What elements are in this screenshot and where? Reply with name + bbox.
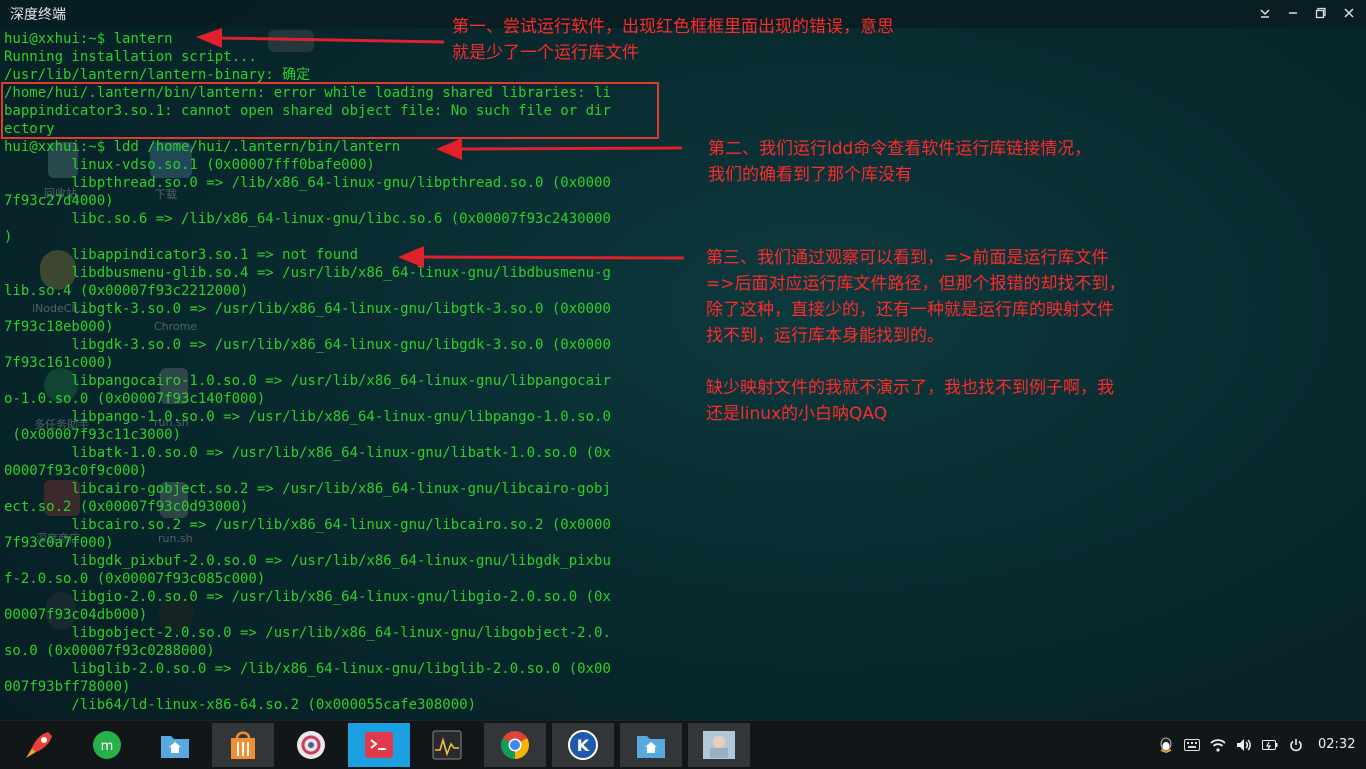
deepin-store-icon[interactable]: m — [76, 723, 138, 767]
terminal-line: 00007f93c04db000) — [4, 607, 148, 623]
terminal-line: libpango-1.0.so.0 => /usr/lib/x86_64-lin… — [4, 409, 611, 425]
terminal-line: f-2.0.so.0 (0x00007f93c085c000) — [4, 571, 266, 587]
minimize-icon[interactable] — [1284, 4, 1302, 22]
annotation-line: 第三、我们通过观察可以看到，=>前面是运行库文件 — [706, 248, 1109, 268]
terminal-line: libgdk_pixbuf-2.0.so.0 => /usr/lib/x86_6… — [4, 553, 611, 569]
power-icon[interactable] — [1288, 737, 1304, 753]
menu-icon[interactable] — [1256, 4, 1274, 22]
terminal-line: 7f93c18eb000) — [4, 319, 114, 335]
terminal-line: 007f93bff78000) — [4, 679, 131, 695]
terminal-line: 7f93c27d4000) — [4, 193, 114, 209]
terminal-line: libgobject-2.0.so.0 => /usr/lib/x86_64-l… — [4, 625, 611, 641]
chrome-icon[interactable] — [484, 723, 546, 767]
annotation-2: 第二、我们运行ldd命令查看软件运行库链接情况， 我们的确看到了那个库没有 — [708, 136, 1091, 188]
maximize-icon[interactable] — [1312, 4, 1330, 22]
annotation-line: 第一、尝试运行软件，出现红色框框里面出现的错误，意思 — [452, 17, 894, 37]
settings-icon[interactable] — [280, 723, 342, 767]
close-icon[interactable] — [1340, 4, 1358, 22]
taskbar: m K 02:32 — [0, 720, 1366, 769]
terminal-line: so.0 (0x00007f93c0288000) — [4, 643, 215, 659]
annotation-1: 第一、尝试运行软件，出现红色框框里面出现的错误，意思 就是少了一个运行库文件 — [452, 14, 894, 66]
clock: 02:32 — [1318, 737, 1356, 752]
battery-icon[interactable] — [1262, 737, 1278, 753]
annotation-line: 找不到，运行库本身能找到的。 — [706, 326, 944, 346]
app-store-icon[interactable] — [212, 723, 274, 767]
files-icon[interactable] — [620, 723, 682, 767]
terminal-line: libatk-1.0.so.0 => /usr/lib/x86_64-linux… — [4, 445, 611, 461]
terminal-line: (0x00007f93c11c3000) — [4, 427, 182, 443]
annotation-line: 还是linux的小白呐QAQ — [706, 404, 888, 424]
arrow-2 — [436, 138, 683, 160]
terminal-line: 00007f93c0f9c000) — [4, 463, 148, 479]
wifi-icon[interactable] — [1210, 737, 1226, 753]
k-app-icon[interactable]: K — [552, 723, 614, 767]
launcher-icon[interactable] — [8, 723, 70, 767]
annotation-line — [706, 349, 1126, 375]
terminal-line: ect.so.2 (0x00007f93c0d93000) — [4, 499, 249, 515]
keyboard-icon[interactable] — [1184, 737, 1200, 753]
terminal-line: 7f93c161c000) — [4, 355, 114, 371]
svg-text:K: K — [577, 736, 590, 755]
terminal-line: libglib-2.0.so.0 => /lib/x86_64-linux-gn… — [4, 661, 611, 677]
terminal-line: libcairo-gobject.so.2 => /usr/lib/x86_64… — [4, 481, 611, 497]
arrow-1 — [196, 28, 445, 48]
annotation-line: 除了这种，直接少的，还有一种就是运行库的映射文件 — [706, 300, 1114, 320]
annotation-line: 第二、我们运行ldd命令查看软件运行库链接情况， — [708, 139, 1092, 159]
terminal-line: libpangocairo-1.0.so.0 => /usr/lib/x86_6… — [4, 373, 611, 389]
annotation-line: 我们的确看到了那个库没有 — [708, 165, 912, 185]
volume-icon[interactable] — [1236, 737, 1252, 753]
terminal-line: o-1.0.so.0 (0x00007f93c140f000) — [4, 391, 266, 407]
terminal-line: libgdk-3.so.0 => /usr/lib/x86_64-linux-g… — [4, 337, 611, 353]
annotation-line: =>后面对应运行库文件路径，但那个报错的却找不到， — [706, 274, 1126, 294]
terminal-line: libpthread.so.0 => /lib/x86_64-linux-gnu… — [4, 175, 611, 191]
annotation-line: 缺少映射文件的我就不演示了，我也找不到例子啊，我 — [706, 378, 1114, 398]
file-manager-icon[interactable] — [144, 723, 206, 767]
image-viewer-icon[interactable] — [688, 723, 750, 767]
terminal-line: 7f93c0a7f000) — [4, 535, 114, 551]
annotation-line: 就是少了一个运行库文件 — [452, 43, 639, 63]
window-title: 深度终端 — [10, 7, 66, 23]
error-highlight-box — [1, 82, 659, 139]
qq-icon[interactable] — [1158, 737, 1174, 753]
arrow-3 — [398, 246, 685, 268]
window-controls — [1256, 4, 1358, 22]
system-monitor-icon[interactable] — [416, 723, 478, 767]
terminal-line: libcairo.so.2 => /usr/lib/x86_64-linux-g… — [4, 517, 611, 533]
terminal-line: lib.so.4 (0x00007f93c2212000) — [4, 283, 249, 299]
svg-text:m: m — [101, 739, 114, 754]
annotation-3: 第三、我们通过观察可以看到，=>前面是运行库文件 =>后面对应运行库文件路径，但… — [706, 245, 1126, 427]
system-tray — [1158, 721, 1314, 769]
terminal-line: libgtk-3.so.0 => /usr/lib/x86_64-linux-g… — [4, 301, 611, 317]
terminal-line: libgio-2.0.so.0 => /usr/lib/x86_64-linux… — [4, 589, 611, 605]
terminal-icon[interactable] — [348, 723, 410, 767]
terminal-line: libc.so.6 => /lib/x86_64-linux-gnu/libc.… — [4, 211, 611, 227]
terminal-line: ) — [4, 229, 13, 245]
terminal-line: /lib64/ld-linux-x86-64.so.2 (0x000055caf… — [4, 697, 477, 713]
